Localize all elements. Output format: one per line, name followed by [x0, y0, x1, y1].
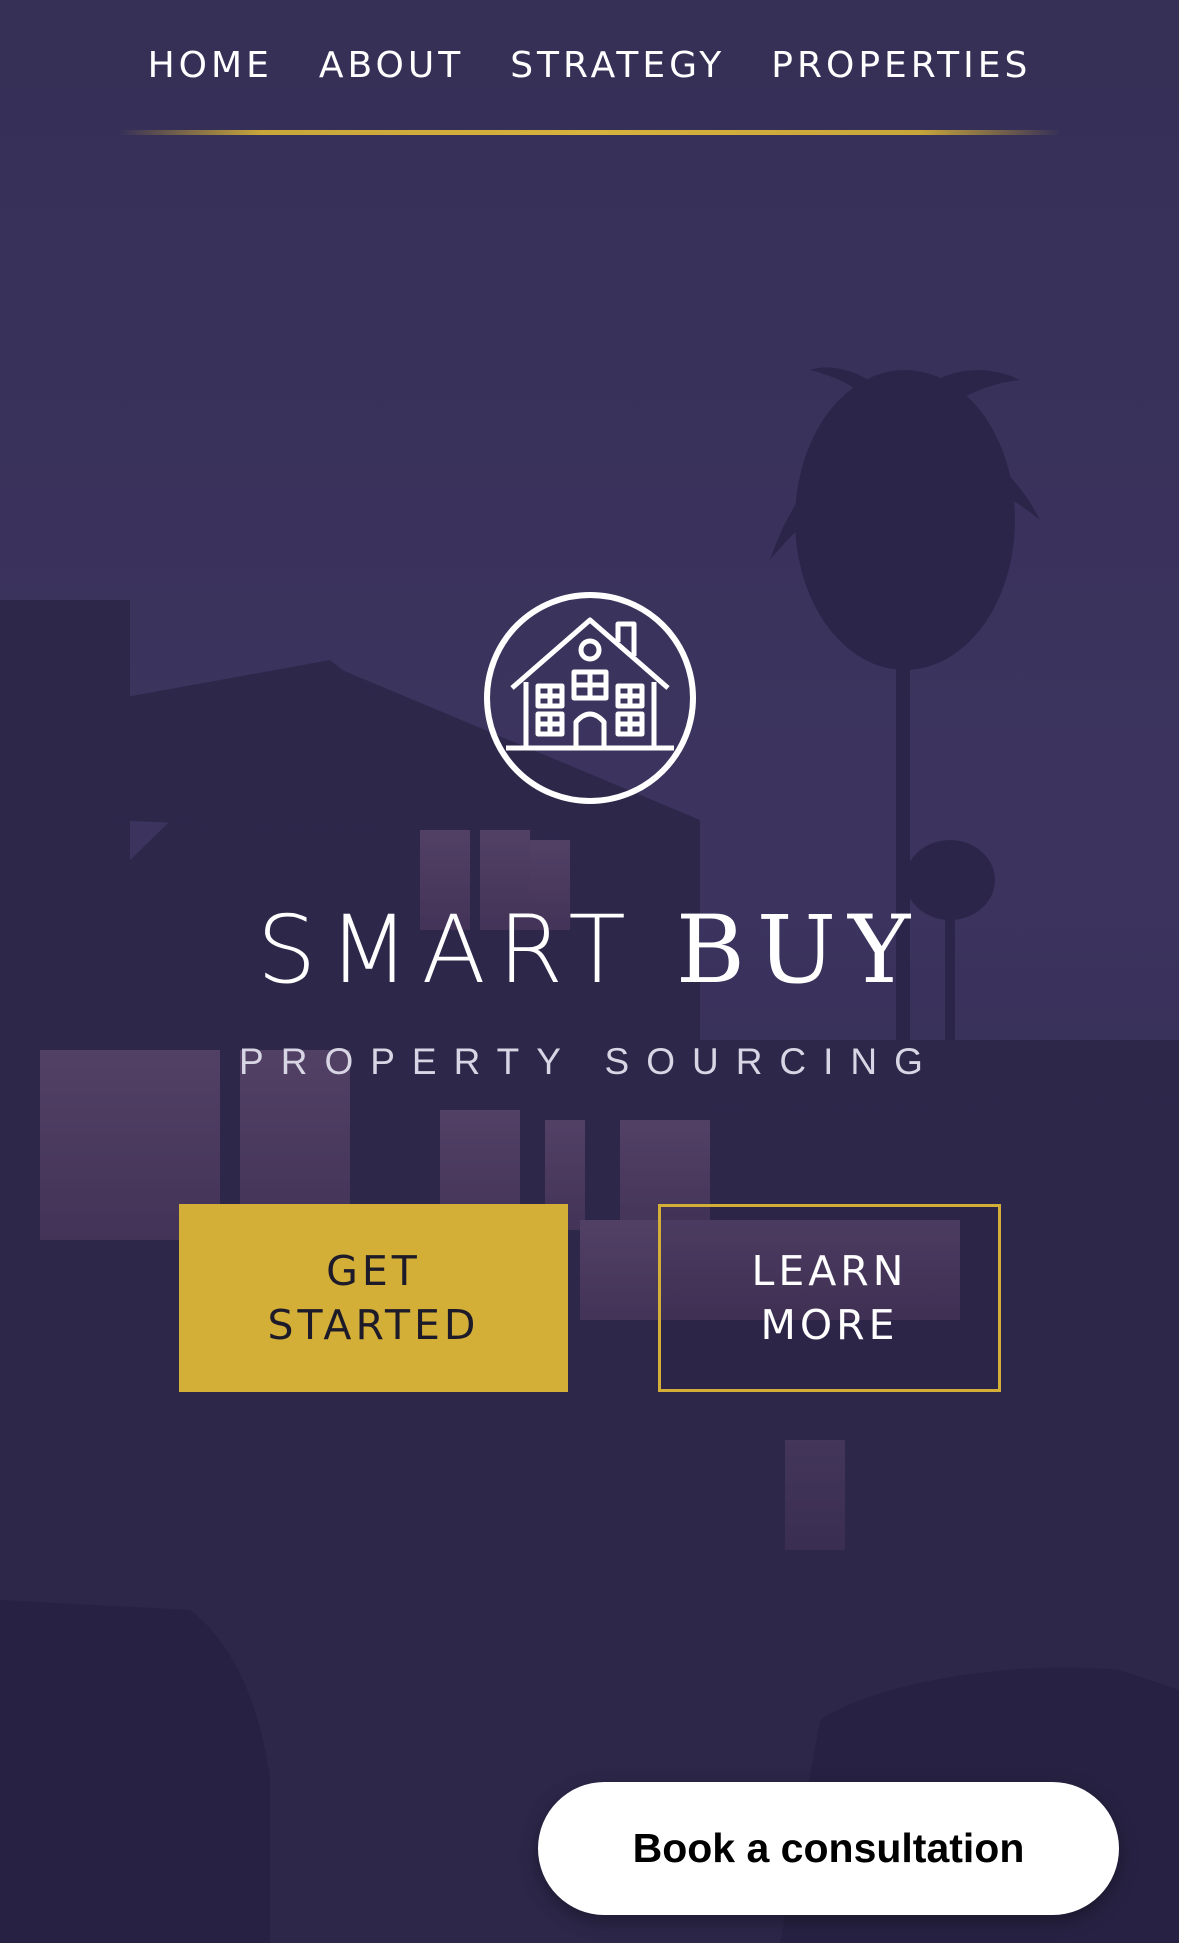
learn-more-label-line2: MORE: [760, 1301, 899, 1349]
get-started-label-line2: STARTED: [267, 1301, 480, 1349]
nav-item-home[interactable]: HOME: [125, 40, 296, 92]
brand-title-part1: SMART: [256, 896, 638, 1005]
house-in-circle-icon: [482, 590, 698, 806]
brand-subtitle: PROPERTY SOURCING: [239, 1041, 940, 1082]
learn-more-button[interactable]: LEARN MORE: [658, 1204, 1001, 1392]
learn-more-label-line1: LEARN: [751, 1247, 908, 1295]
get-started-button[interactable]: GET STARTED: [179, 1204, 568, 1392]
nav-divider: [120, 130, 1060, 135]
brand-title-part2: BUY: [675, 896, 923, 1005]
brand-title: SMART BUY: [0, 895, 1179, 1006]
nav-item-strategy[interactable]: STRATEGY: [487, 40, 748, 92]
nav-item-properties[interactable]: PROPERTIES: [748, 40, 1054, 92]
book-consultation-button[interactable]: Book a consultation: [538, 1782, 1119, 1915]
top-navigation: HOME ABOUT STRATEGY PROPERTIES: [0, 40, 1179, 92]
get-started-label-line1: GET: [326, 1247, 421, 1295]
nav-item-about[interactable]: ABOUT: [296, 40, 487, 92]
